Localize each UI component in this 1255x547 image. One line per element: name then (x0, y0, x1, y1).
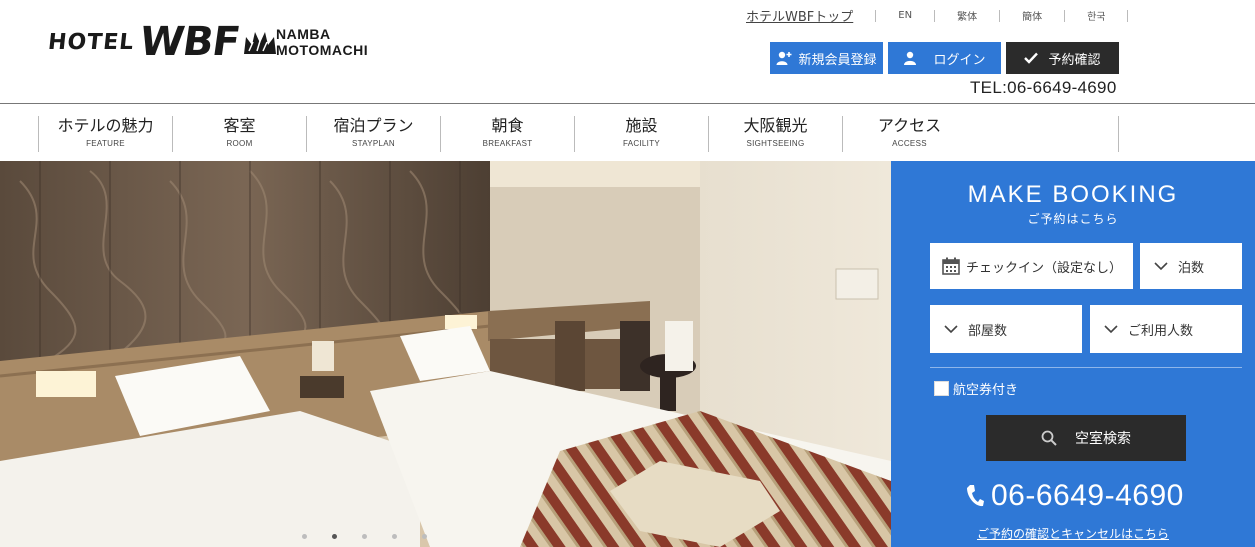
nav-item-feature[interactable]: ホテルの魅力 FEATURE (38, 116, 172, 152)
nav-label: 大阪観光 (743, 116, 808, 135)
hotel-logo[interactable]: HOTEL WBF (46, 18, 277, 66)
nav-sublabel: ACCESS (892, 139, 927, 148)
logo-brand-text: WBF (136, 19, 243, 65)
nav-label: 客室 (223, 116, 256, 135)
logo-hotel-text: HOTEL (46, 29, 136, 55)
search-label: 空室検索 (1075, 431, 1131, 447)
hero-slideshow[interactable] (0, 161, 891, 547)
slide-indicators (302, 534, 452, 539)
user-icon (904, 51, 917, 65)
slide-dot-active[interactable] (332, 534, 337, 539)
chevron-down-icon (944, 324, 958, 333)
lang-zh-cn-link[interactable]: 簡体 (1022, 8, 1042, 23)
slide-dot[interactable] (362, 534, 367, 539)
booking-title: MAKE BOOKING (967, 181, 1179, 208)
search-availability-button[interactable]: 空室検索 (986, 415, 1186, 461)
logo-area-line2: MOTOMACHI (276, 42, 369, 58)
divider (1127, 9, 1129, 22)
nav-divider (1118, 116, 1119, 152)
lang-en-link[interactable]: EN (898, 10, 912, 21)
login-label: ログイン (933, 52, 986, 68)
register-label: 新規会員登録 (798, 52, 877, 68)
rooms-label: 部屋数 (968, 323, 1008, 339)
booking-phone-number: 06-6649-4690 (991, 479, 1184, 512)
main-nav: ホテルの魅力 FEATURE 客室 ROOM 宿泊プラン STAYPLAN 朝食… (0, 103, 1255, 161)
user-plus-icon (776, 51, 792, 65)
checkin-date-field[interactable]: チェックイン（設定なし） (930, 243, 1133, 289)
nav-sublabel: STAYPLAN (351, 139, 395, 148)
nav-item-room[interactable]: 客室 ROOM (172, 116, 306, 152)
checkin-label: チェックイン（設定なし） (966, 260, 1123, 276)
login-button[interactable]: ログイン (888, 42, 1001, 74)
logo-area-name: NAMBA MOTOMACHI (276, 26, 368, 58)
hotel-room-photo (0, 161, 891, 547)
confirm-cancel-link[interactable]: ご予約の確認とキャンセルはこちら (891, 525, 1255, 542)
chevron-down-icon (1104, 324, 1118, 333)
phone-icon (967, 485, 984, 507)
slide-dot[interactable] (302, 534, 307, 539)
site-header: HOTEL WBF NAMBA MOTOMACHI ホテルWBFトップ EN 繁… (0, 0, 1255, 103)
slide-dot[interactable] (422, 534, 427, 539)
nav-item-access[interactable]: アクセス ACCESS (842, 116, 976, 152)
nav-item-sightseeing[interactable]: 大阪観光 SIGHTSEEING (708, 116, 842, 152)
nav-label: 宿泊プラン (333, 116, 414, 135)
divider (875, 9, 877, 22)
nights-select[interactable]: 泊数 (1140, 243, 1242, 289)
nav-sublabel: SIGHTSEEING (746, 139, 805, 148)
divider (934, 9, 936, 22)
nav-sublabel: FEATURE (86, 139, 125, 148)
nav-label: ホテルの魅力 (57, 116, 154, 135)
search-icon (1041, 430, 1057, 446)
flight-checkbox[interactable] (934, 381, 949, 396)
calendar-icon (942, 257, 960, 275)
nights-label: 泊数 (1178, 260, 1205, 276)
confirm-label: 予約確認 (1048, 52, 1101, 68)
slide-dot[interactable] (392, 534, 397, 539)
top-links: ホテルWBFトップ EN 繁体 簡体 한국 (746, 6, 1150, 25)
rooms-select[interactable]: 部屋数 (930, 305, 1082, 353)
booking-panel: MAKE BOOKING ご予約はこちら チェックイン（設定なし） 泊数 部屋数… (891, 161, 1255, 547)
hotel-top-link[interactable]: ホテルWBFトップ (746, 6, 853, 25)
nav-item-breakfast[interactable]: 朝食 BREAKFAST (440, 116, 574, 152)
divider (1064, 9, 1066, 22)
booking-divider (930, 367, 1242, 368)
booking-phone[interactable]: 06-6649-4690 (965, 479, 1184, 513)
nav-item-facility[interactable]: 施設 FACILITY (574, 116, 708, 152)
flight-label: 航空券付き (953, 383, 1019, 398)
register-button[interactable]: 新規会員登録 (770, 42, 883, 74)
header-phone[interactable]: TEL:06-6649-4690 (970, 78, 1117, 98)
nav-sublabel: FACILITY (622, 139, 661, 148)
flight-option[interactable]: 航空券付き (934, 379, 1018, 398)
reservation-confirm-button[interactable]: 予約確認 (1006, 42, 1119, 74)
guests-select[interactable]: ご利用人数 (1090, 305, 1242, 353)
guests-label: ご利用人数 (1128, 323, 1194, 339)
booking-subtitle: ご予約はこちら (1027, 212, 1119, 226)
nav-label: 朝食 (491, 116, 524, 135)
lang-ko-link[interactable]: 한국 (1087, 8, 1105, 23)
crown-icon (244, 32, 277, 54)
nav-label: アクセス (877, 116, 942, 135)
nav-item-stayplan[interactable]: 宿泊プラン STAYPLAN (306, 116, 440, 152)
nav-label: 施設 (625, 116, 658, 135)
chevron-down-icon (1154, 261, 1168, 270)
nav-sublabel: ROOM (226, 139, 253, 148)
check-icon (1024, 52, 1039, 64)
logo-area-line1: NAMBA (276, 26, 331, 42)
divider (999, 9, 1001, 22)
lang-zh-tw-link[interactable]: 繁体 (957, 8, 977, 23)
nav-sublabel: BREAKFAST (482, 139, 533, 148)
